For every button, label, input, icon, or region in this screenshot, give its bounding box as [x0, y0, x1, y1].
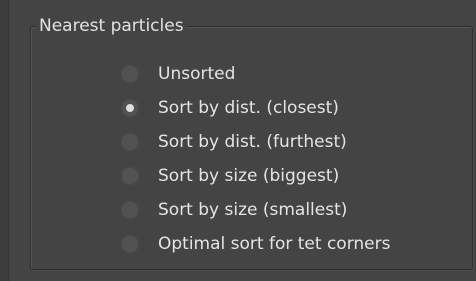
radio-button-icon[interactable] [121, 99, 139, 117]
radio-option-sort-by-dist-closest[interactable]: Sort by dist. (closest) [121, 91, 390, 125]
radio-option-sort-by-size-smallest[interactable]: Sort by size (smallest) [121, 193, 390, 227]
radio-label-sort-by-size-biggest: Sort by size (biggest) [158, 166, 340, 186]
radio-button-icon[interactable] [121, 167, 139, 185]
radio-label-optimal-sort-tet-corners: Optimal sort for tet corners [158, 234, 391, 254]
left-panel-strip [0, 0, 9, 281]
radio-button-icon[interactable] [121, 65, 139, 83]
radio-label-sort-by-dist-closest: Sort by dist. (closest) [158, 98, 339, 118]
radio-button-icon[interactable] [121, 133, 139, 151]
radio-option-unsorted[interactable]: Unsorted [121, 57, 390, 91]
radio-label-unsorted: Unsorted [158, 64, 236, 84]
sort-options-radio-group: Unsorted Sort by dist. (closest) Sort by… [121, 57, 390, 261]
radio-button-icon[interactable] [121, 235, 139, 253]
radio-option-sort-by-dist-furthest[interactable]: Sort by dist. (furthest) [121, 125, 390, 159]
radio-label-sort-by-size-smallest: Sort by size (smallest) [158, 200, 348, 220]
radio-option-sort-by-size-biggest[interactable]: Sort by size (biggest) [121, 159, 390, 193]
radio-button-icon[interactable] [121, 201, 139, 219]
radio-label-sort-by-dist-furthest: Sort by dist. (furthest) [158, 132, 347, 152]
radio-dot-icon [126, 104, 134, 112]
radio-option-optimal-sort-tet-corners[interactable]: Optimal sort for tet corners [121, 227, 390, 261]
group-title: Nearest particles [36, 15, 187, 37]
